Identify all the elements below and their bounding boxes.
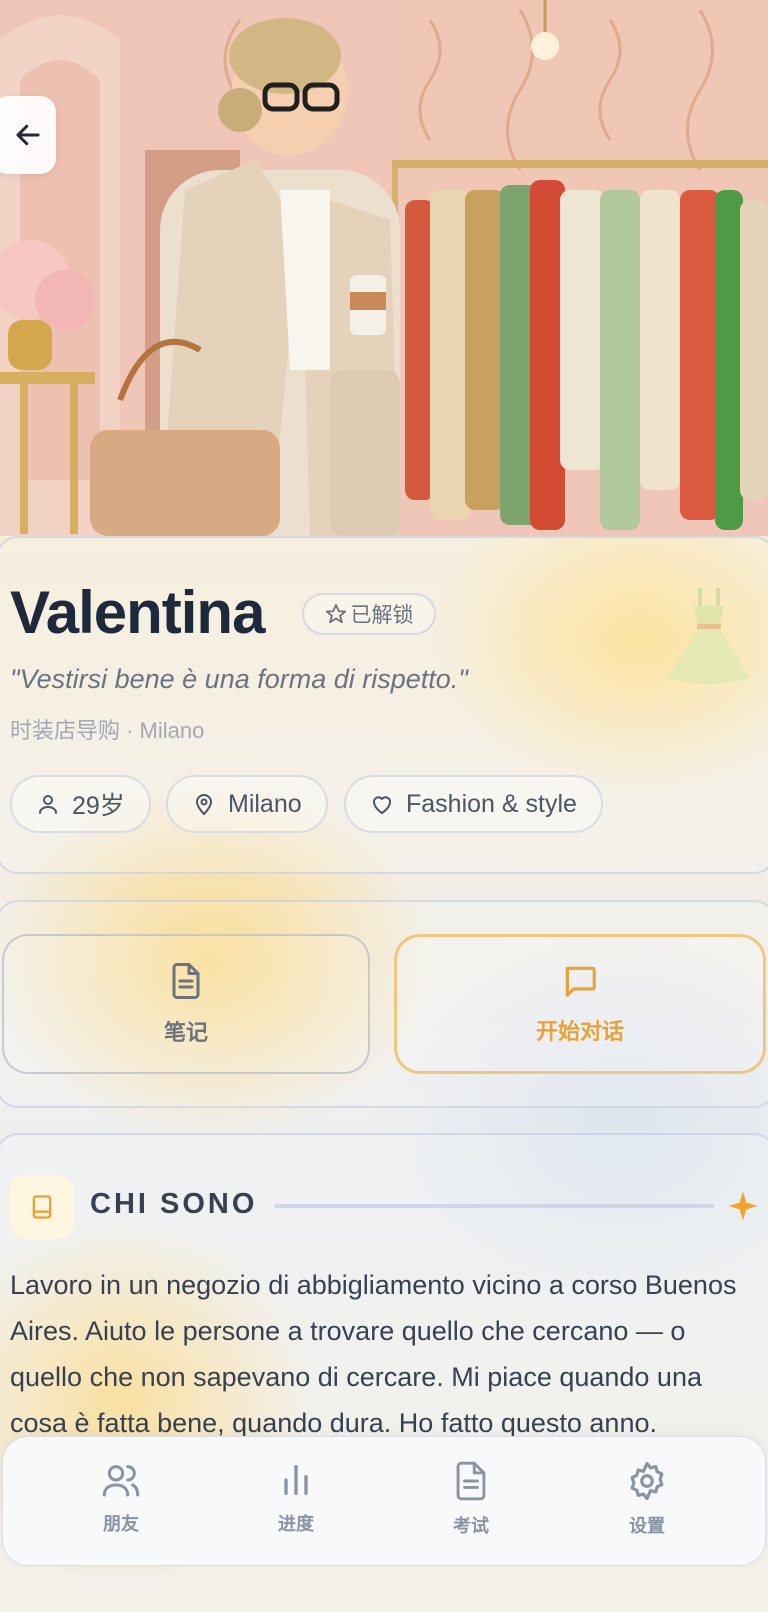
notes-button-label: 笔记	[163, 1021, 208, 1046]
friends-icon	[102, 1465, 140, 1497]
nav-friends[interactable]: 朋友	[61, 1460, 181, 1536]
profile-name: Valentina	[10, 579, 265, 646]
profile-subtitle: 时装店导购 · Milano	[10, 718, 205, 743]
about-text: Lavoro in un negozio di abbigliamento vi…	[10, 1270, 737, 1438]
dress-icon	[668, 588, 750, 684]
nav-friends-label: 朋友	[103, 1514, 139, 1535]
arrow-left-icon	[16, 124, 40, 146]
unlocked-badge: 已解锁	[302, 593, 436, 635]
back-button[interactable]	[0, 96, 56, 174]
about-icon-box	[10, 1175, 74, 1239]
nav-exam-label: 考试	[453, 1516, 489, 1537]
progress-icon	[284, 1465, 308, 1495]
exam-icon	[456, 1461, 486, 1501]
start-chat-button[interactable]: 开始对话	[394, 934, 766, 1074]
star-icon	[325, 603, 346, 624]
age-chip: 29岁	[10, 775, 151, 833]
map-pin-icon	[195, 794, 213, 816]
document-icon	[172, 963, 200, 999]
notes-button[interactable]: 笔记	[2, 934, 370, 1074]
boutique-illustration	[0, 0, 768, 536]
book-icon	[32, 1195, 52, 1219]
message-icon	[565, 966, 596, 997]
age-chip-label: 29岁	[72, 792, 125, 820]
location-chip-label: Milano	[228, 789, 302, 818]
nav-settings[interactable]: 设置	[587, 1460, 707, 1538]
about-title: CHI SONO	[90, 1188, 258, 1220]
sparkle-icon	[728, 1191, 758, 1221]
interest-chip: Fashion & style	[344, 775, 603, 833]
settings-icon	[630, 1461, 664, 1501]
hero-image	[0, 0, 768, 536]
nav-progress[interactable]: 进度	[236, 1460, 356, 1536]
nav-exam[interactable]: 考试	[411, 1460, 531, 1538]
nav-progress-label: 进度	[278, 1514, 314, 1535]
heart-icon	[373, 796, 391, 814]
unlocked-badge-label: 已解锁	[350, 603, 414, 627]
person-icon	[39, 795, 57, 814]
interest-chip-label: Fashion & style	[406, 789, 577, 818]
profile-quote: "Vestirsi bene è una forma di rispetto."	[10, 664, 468, 694]
divider-line	[274, 1204, 714, 1208]
nav-settings-label: 设置	[629, 1516, 665, 1537]
location-chip: Milano	[166, 775, 328, 833]
start-chat-button-label: 开始对话	[535, 1020, 624, 1045]
